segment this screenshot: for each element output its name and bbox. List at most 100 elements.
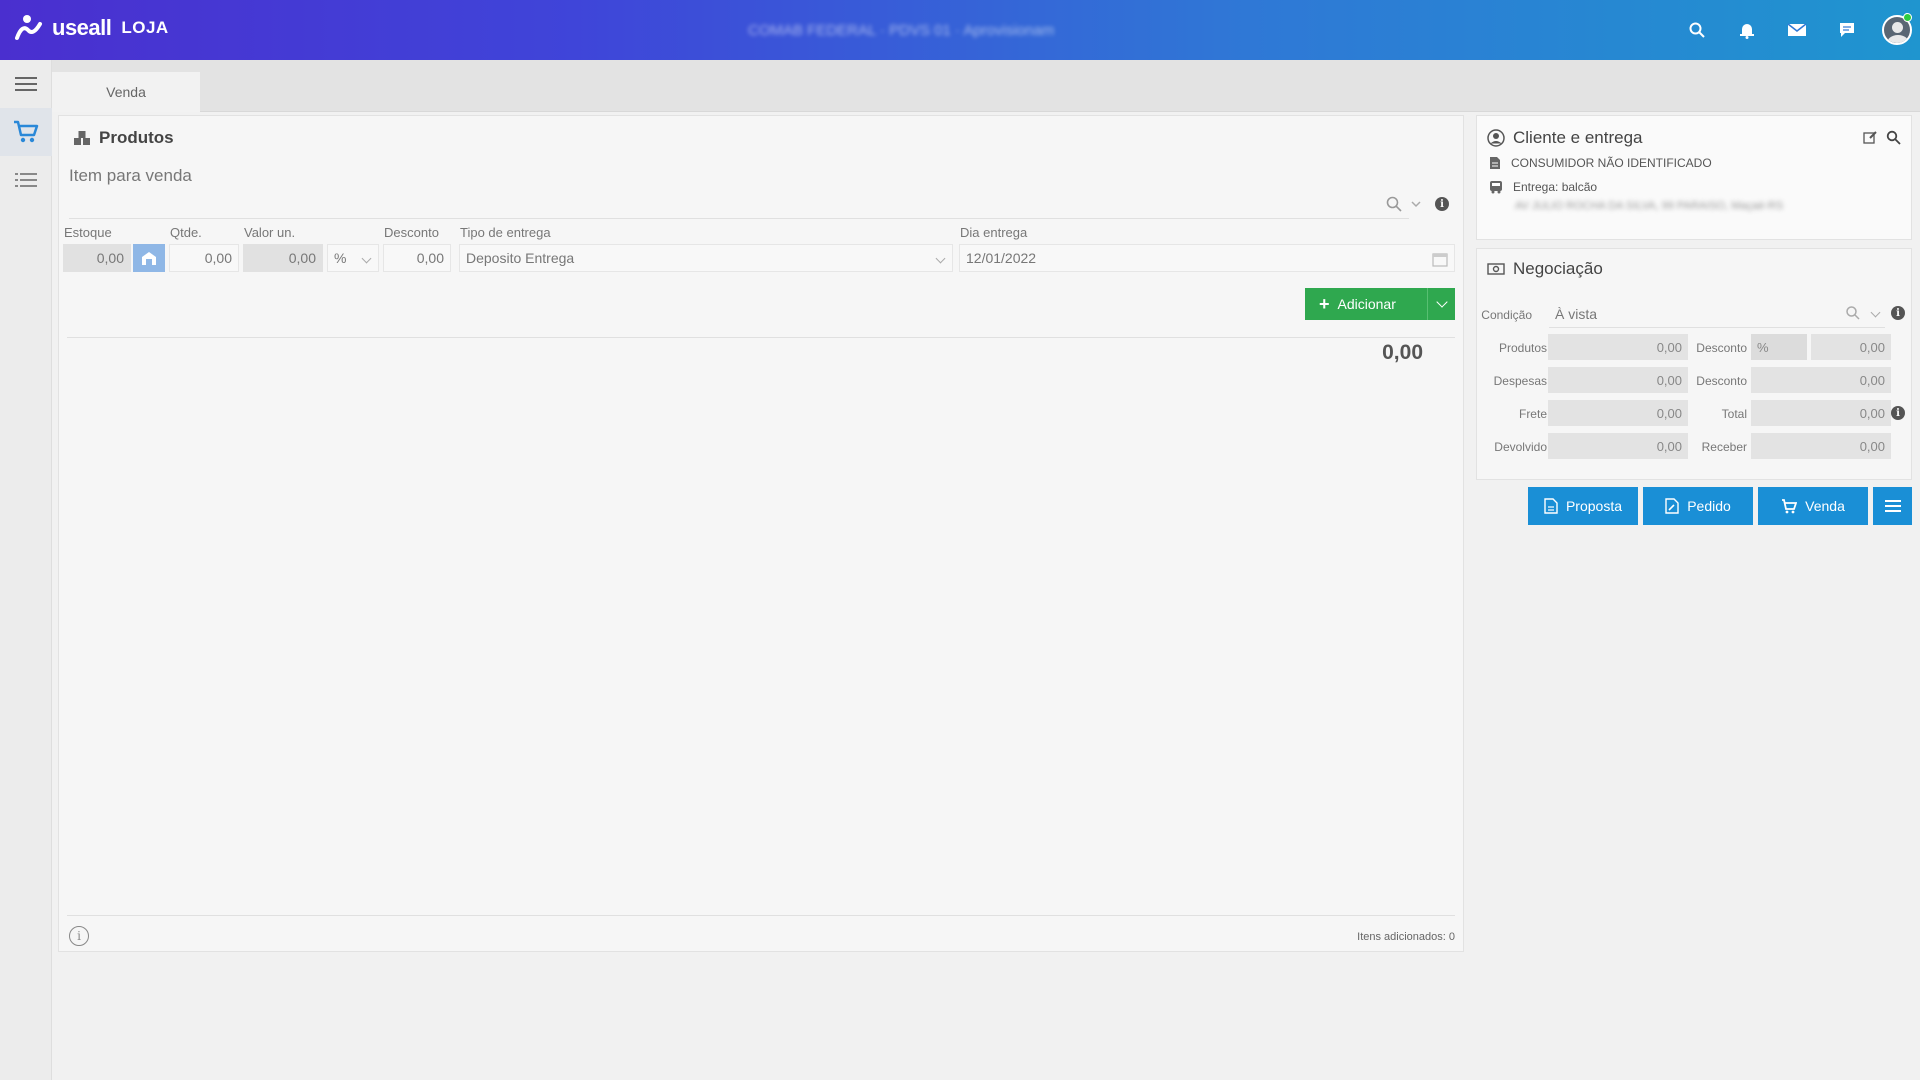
discount-value-field[interactable]: 0,00 <box>1811 334 1891 360</box>
document-icon <box>1544 498 1558 514</box>
delivery-type-label: Tipo de entrega <box>460 225 551 240</box>
chat-icon[interactable] <box>1822 0 1872 60</box>
delivery-type-select[interactable]: Deposito Entrega <box>459 244 953 272</box>
menu-icon[interactable] <box>0 60 52 108</box>
tab-strip: Venda <box>52 60 1920 112</box>
item-label: Item para venda <box>69 166 192 185</box>
total-label: Total <box>1721 407 1747 421</box>
info-icon[interactable]: i <box>1435 197 1449 211</box>
online-status-dot <box>1903 13 1912 22</box>
total-field: 0,00 <box>1751 400 1891 426</box>
context-text: COMAB FEDERAL · PDVS 01 · Aprovisionam <box>748 22 1055 39</box>
negotiation-panel: Negociação Condição À vista i Produtos 0… <box>1476 248 1912 480</box>
expense-discount-field: 0,00 <box>1751 367 1891 393</box>
info-circle-icon[interactable]: i <box>69 926 89 946</box>
list-icon[interactable] <box>0 156 52 204</box>
stock-button[interactable] <box>133 244 165 272</box>
discount-field[interactable]: 0,00 <box>383 244 451 272</box>
bus-icon <box>1490 181 1502 194</box>
logo-text: useall <box>52 15 112 40</box>
client-title: Cliente e entrega <box>1487 128 1642 148</box>
returned-label: Devolvido <box>1494 440 1547 454</box>
cart-icon <box>1782 498 1798 513</box>
app-logo[interactable]: useall LOJA <box>14 14 169 42</box>
condition-select[interactable]: À vista <box>1549 300 1885 328</box>
stock-label: Estoque <box>64 225 112 240</box>
proposal-label: Proposta <box>1565 498 1623 514</box>
chevron-down-icon <box>1870 307 1881 318</box>
calendar-icon[interactable] <box>1432 251 1448 267</box>
products-title-text: Produtos <box>99 128 174 147</box>
search-icon[interactable] <box>1845 305 1861 321</box>
receive-field: 0,00 <box>1751 433 1891 459</box>
negotiation-title: Negociação <box>1487 259 1603 279</box>
expense-discount-label: Desconto <box>1696 374 1747 388</box>
negotiation-title-text: Negociação <box>1513 259 1603 278</box>
store-label: LOJA <box>121 18 169 37</box>
search-icon[interactable] <box>1672 0 1722 60</box>
discount-label: Desconto <box>384 225 439 240</box>
discount-unit-field[interactable]: % <box>1751 334 1807 360</box>
freight-label: Frete <box>1518 407 1547 421</box>
unit-value-label: Valor un. <box>244 225 296 240</box>
divider <box>67 337 1455 338</box>
qty-label: Qtde. <box>170 225 202 240</box>
search-icon[interactable] <box>1886 130 1901 145</box>
expenses-field: 0,00 <box>1548 367 1688 393</box>
stock-field: 0,00 <box>63 244 131 272</box>
items-total: 0,00 <box>1382 341 1423 364</box>
add-item-button[interactable]: + Adicionar <box>1305 288 1455 320</box>
menu-icon <box>1884 500 1901 512</box>
products-total-label: Produtos <box>1498 341 1547 355</box>
chevron-down-icon[interactable] <box>1409 197 1423 211</box>
mail-icon[interactable] <box>1772 0 1822 60</box>
delivery-date-value: 12/01/2022 <box>966 250 1037 266</box>
discount-unit-value: % <box>334 250 347 266</box>
returned-field: 0,00 <box>1548 433 1688 459</box>
tab-venda[interactable]: Venda <box>52 72 200 112</box>
customer-name: CONSUMIDOR NÃO IDENTIFICADO <box>1511 156 1712 170</box>
customer-row: CONSUMIDOR NÃO IDENTIFICADO <box>1489 156 1712 170</box>
money-icon <box>1487 263 1505 275</box>
proposal-button[interactable]: Proposta <box>1528 487 1638 525</box>
client-title-text: Cliente e entrega <box>1513 128 1643 147</box>
item-search-input[interactable] <box>69 191 1409 219</box>
more-actions-button[interactable] <box>1873 487 1912 525</box>
delivery-text: Entrega: balcão <box>1513 180 1598 194</box>
delivery-date-field[interactable]: 12/01/2022 <box>959 244 1455 272</box>
condition-label: Condição <box>1481 308 1532 322</box>
qty-field[interactable]: 0,00 <box>169 244 239 272</box>
bell-icon[interactable] <box>1722 0 1772 60</box>
discount-unit-select[interactable]: % <box>327 244 379 272</box>
warehouse-icon <box>142 252 156 265</box>
logo-mark-icon <box>15 15 42 40</box>
sale-button[interactable]: Venda <box>1758 487 1868 525</box>
expenses-label: Despesas <box>1493 374 1547 388</box>
item-search-icon[interactable] <box>1385 195 1403 213</box>
receive-label: Receber <box>1701 440 1747 454</box>
edit-icon[interactable] <box>1863 130 1878 145</box>
products-panel: Produtos Item para venda i Estoque Qtde.… <box>58 115 1464 952</box>
condition-value: À vista <box>1555 305 1598 322</box>
order-button[interactable]: Pedido <box>1643 487 1753 525</box>
delivery-address: AV JULIO ROCHA DA SILVA, 99 PARAISO, Maç… <box>1515 200 1784 212</box>
discount-label: Desconto <box>1696 341 1747 355</box>
document-icon <box>1490 157 1500 169</box>
info-icon[interactable]: i <box>1891 306 1905 320</box>
items-added-count: Itens adicionados: 0 <box>1357 931 1455 943</box>
document-edit-icon <box>1665 498 1679 514</box>
delivery-date-label: Dia entrega <box>960 225 1028 240</box>
add-options-toggle[interactable] <box>1427 288 1455 320</box>
sidebar <box>0 60 52 1080</box>
products-icon <box>74 131 90 145</box>
products-total-field: 0,00 <box>1548 334 1688 360</box>
sale-label: Venda <box>1805 498 1845 514</box>
freight-field: 0,00 <box>1548 400 1688 426</box>
chevron-down-icon <box>361 253 372 264</box>
client-delivery-panel: Cliente e entrega CONSUMIDOR NÃO IDENTIF… <box>1476 115 1912 240</box>
top-bar: useall LOJA COMAB FEDERAL · PDVS 01 · Ap… <box>0 0 1920 60</box>
cart-icon[interactable] <box>0 108 52 156</box>
info-icon[interactable]: i <box>1891 406 1905 420</box>
products-title: Produtos <box>73 128 174 148</box>
chevron-down-icon <box>1435 296 1448 308</box>
